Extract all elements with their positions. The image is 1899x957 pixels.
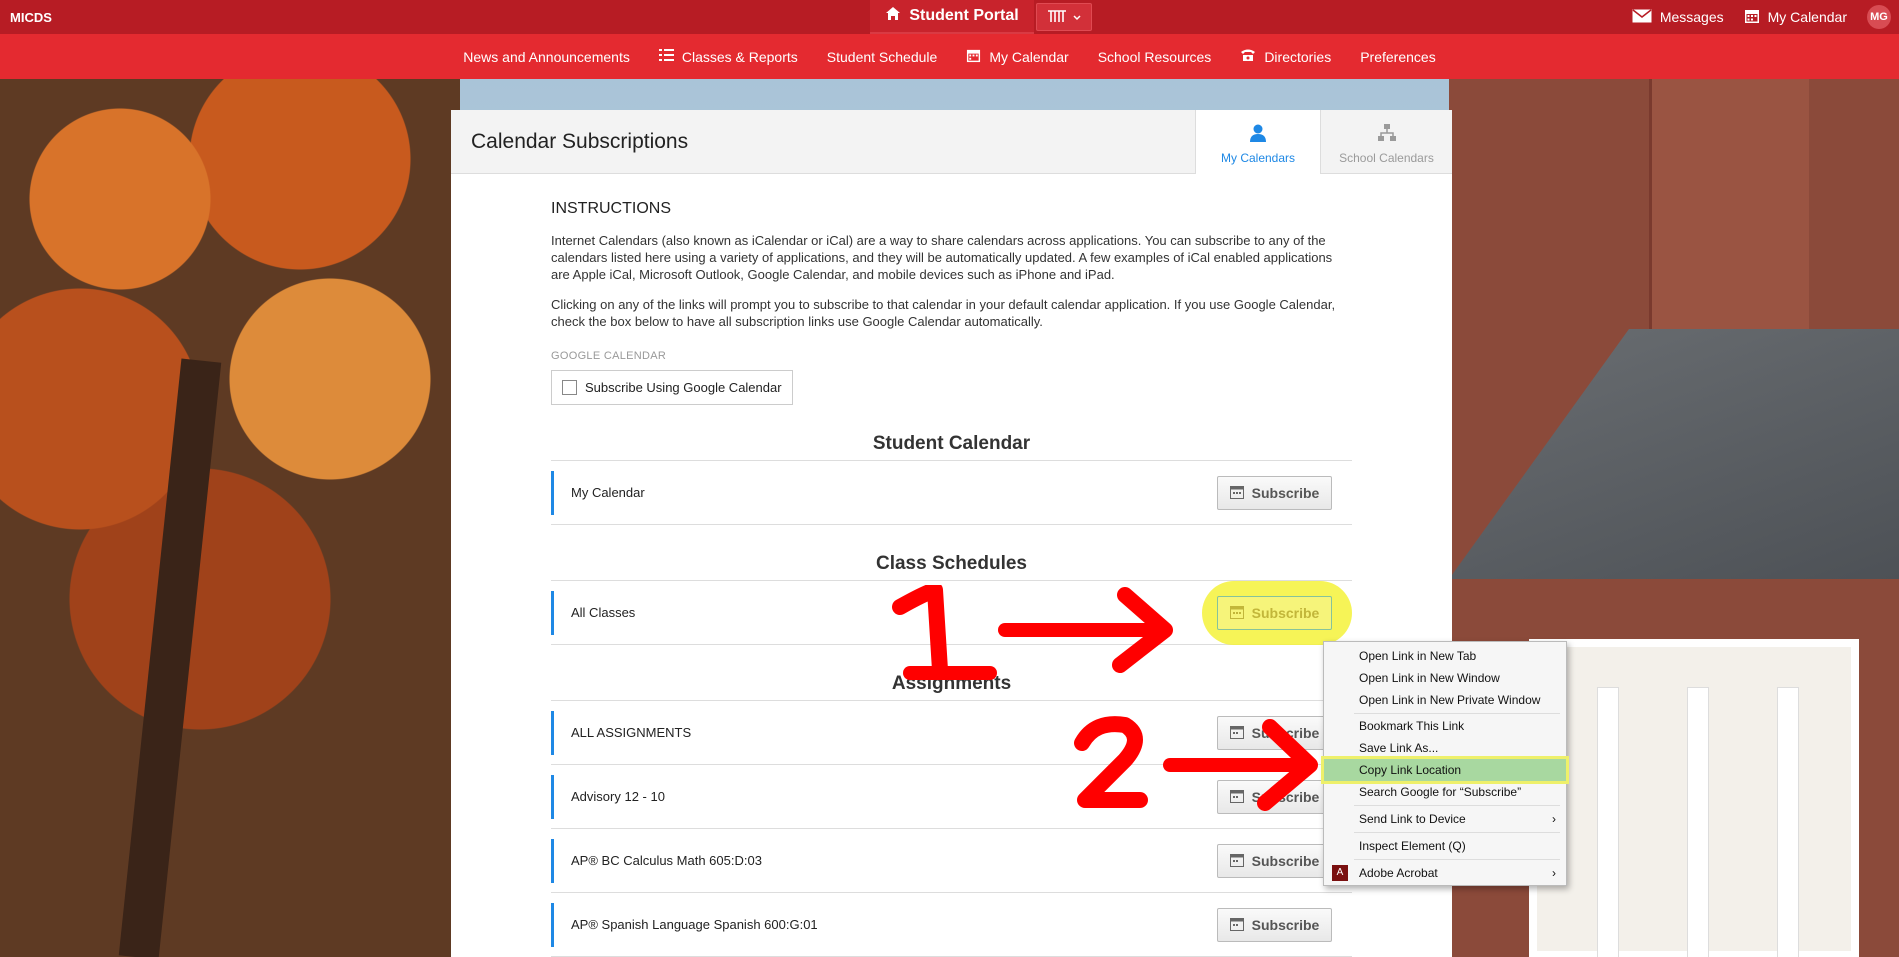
card-header: Calendar Subscriptions My Calendars Scho… <box>451 110 1452 174</box>
section-title-class-schedules: Class Schedules <box>551 547 1352 581</box>
menu-item-open-new-window[interactable]: Open Link in New Window <box>1324 667 1566 689</box>
subscribe-label: Subscribe <box>1251 605 1320 621</box>
menu-item-open-new-tab[interactable]: Open Link in New Tab <box>1324 645 1566 667</box>
google-calendar-checkbox[interactable] <box>562 380 577 395</box>
phone-icon <box>1240 48 1256 65</box>
menu-item-bookmark-link[interactable]: Bookmark This Link <box>1324 715 1566 737</box>
tab-my-calendars[interactable]: My Calendars <box>1195 110 1321 174</box>
menu-item-label: Adobe Acrobat <box>1359 866 1438 880</box>
annotation-step-number: 1 <box>880 585 881 586</box>
nav-directories[interactable]: Directories <box>1240 48 1331 65</box>
brand-logo[interactable]: MICDS <box>10 10 52 25</box>
subscribe-button[interactable]: Subscribe <box>1217 596 1332 630</box>
nav-label: Student Schedule <box>826 48 938 65</box>
nav-label: School Resources <box>1097 48 1212 65</box>
menu-item-save-link-as[interactable]: Save Link As... <box>1324 737 1566 759</box>
list-icon <box>658 48 674 65</box>
menu-item-inspect-element[interactable]: Inspect Element (Q) <box>1324 835 1566 857</box>
chevron-down-icon <box>1073 10 1081 24</box>
envelope-icon <box>1632 8 1652 26</box>
nav-label: My Calendar <box>989 48 1069 65</box>
nav-preferences[interactable]: Preferences <box>1360 49 1435 65</box>
context-menu: Open Link in New Tab Open Link in New Wi… <box>1321 641 1569 886</box>
page-title: Calendar Subscriptions <box>471 130 689 153</box>
nav-label: Classes & Reports <box>681 48 798 65</box>
subscribe-label: Subscribe <box>1251 485 1320 501</box>
nav-label: Preferences <box>1360 48 1436 65</box>
menu-item-send-to-device[interactable]: Send Link to Device › <box>1324 808 1566 830</box>
menu-item-search-google[interactable]: Search Google for “Subscribe” <box>1324 781 1566 803</box>
calendar-icon <box>1229 853 1244 870</box>
main-navigation: News and Announcements Classes & Reports… <box>0 34 1899 79</box>
calendar-row: AP® Spanish Language Spanish 600:G:01 Su… <box>551 893 1352 957</box>
messages-link[interactable]: Messages <box>1632 8 1724 26</box>
section-title-student-calendar: Student Calendar <box>551 427 1352 461</box>
messages-label: Messages <box>1659 9 1724 25</box>
nav-news-announcements[interactable]: News and Announcements <box>463 49 630 65</box>
acrobat-icon: A <box>1332 865 1348 881</box>
calendar-subscriptions-card: Calendar Subscriptions My Calendars Scho… <box>451 110 1452 957</box>
google-calendar-label: GOOGLE CALENDAR <box>551 350 667 362</box>
tab-school-calendars[interactable]: School Calendars <box>1321 110 1452 174</box>
tab-label: My Calendars <box>1220 151 1296 165</box>
menu-item-open-private-window[interactable]: Open Link in New Private Window <box>1324 689 1566 711</box>
subscribe-button[interactable]: Subscribe <box>1217 908 1332 942</box>
my-calendar-top-link[interactable]: My Calendar <box>1744 8 1847 27</box>
person-icon <box>1196 124 1320 145</box>
nav-school-resources[interactable]: School Resources <box>1098 49 1212 65</box>
calendar-row: AP® BC Calculus Math 605:D:03 Subscribe <box>551 829 1352 893</box>
instructions-paragraph: Clicking on any of the links will prompt… <box>551 297 1336 329</box>
subscribe-button[interactable]: Subscribe <box>1217 844 1332 878</box>
app-switcher-button[interactable] <box>1036 3 1092 31</box>
background-tree <box>0 79 460 957</box>
student-portal-tab[interactable]: Student Portal <box>870 0 1034 34</box>
chevron-right-icon: › <box>1552 866 1556 880</box>
avatar[interactable]: MG <box>1867 5 1891 29</box>
instructions-heading: INSTRUCTIONS <box>551 200 671 217</box>
calendar-row-label: AP® BC Calculus Math 605:D:03 <box>571 853 762 868</box>
menu-item-label: Send Link to Device <box>1359 812 1466 826</box>
nav-label: News and Announcements <box>463 48 630 65</box>
nav-my-calendar[interactable]: My Calendar <box>966 48 1069 66</box>
calendar-icon <box>1229 485 1244 502</box>
annotation-arrow-1: 1 <box>880 585 1173 680</box>
menu-item-adobe-acrobat[interactable]: A Adobe Acrobat › <box>1324 862 1566 884</box>
calendar-row-label: AP® Spanish Language Spanish 600:G:01 <box>571 917 818 932</box>
subscribe-label: Subscribe <box>1251 853 1320 869</box>
subscribe-button[interactable]: Subscribe <box>1217 476 1332 510</box>
portal-label: Student Portal <box>909 7 1019 24</box>
annotation-step-number: 2 <box>1070 715 1071 716</box>
my-calendar-top-label: My Calendar <box>1767 9 1847 25</box>
calendar-icon <box>1744 8 1760 27</box>
instructions-paragraph: Internet Calendars (also known as iCalen… <box>551 233 1333 282</box>
google-calendar-checkbox-label: Subscribe Using Google Calendar <box>585 380 782 395</box>
calendar-icon <box>1229 917 1244 934</box>
calendar-row: My Calendar Subscribe <box>551 461 1352 525</box>
top-bar: MICDS Student Portal Messages My Calenda… <box>0 0 1899 34</box>
calendar-icon <box>966 48 981 66</box>
calendar-row-label: Advisory 12 - 10 <box>571 789 665 804</box>
home-icon <box>885 6 901 26</box>
nav-label: Directories <box>1264 48 1332 65</box>
school-crest-icon <box>1047 9 1067 26</box>
google-calendar-option[interactable]: Subscribe Using Google Calendar <box>551 370 793 405</box>
calendar-icon <box>1229 605 1244 622</box>
card-content: INSTRUCTIONS Internet Calendars (also kn… <box>551 200 1352 957</box>
subscribe-label: Subscribe <box>1251 917 1320 933</box>
annotation-arrow-2: 2 <box>1070 715 1318 811</box>
nav-student-schedule[interactable]: Student Schedule <box>827 49 938 65</box>
nav-classes-reports[interactable]: Classes & Reports <box>658 48 798 65</box>
chevron-right-icon: › <box>1552 812 1556 826</box>
calendar-row-label: ALL ASSIGNMENTS <box>571 725 692 740</box>
sitemap-icon <box>1321 124 1452 145</box>
calendar-row-label: All Classes <box>571 605 636 620</box>
calendar-row-label: My Calendar <box>571 485 645 500</box>
tab-label: School Calendars <box>1339 151 1434 165</box>
menu-item-copy-link-location[interactable]: Copy Link Location <box>1321 756 1569 784</box>
